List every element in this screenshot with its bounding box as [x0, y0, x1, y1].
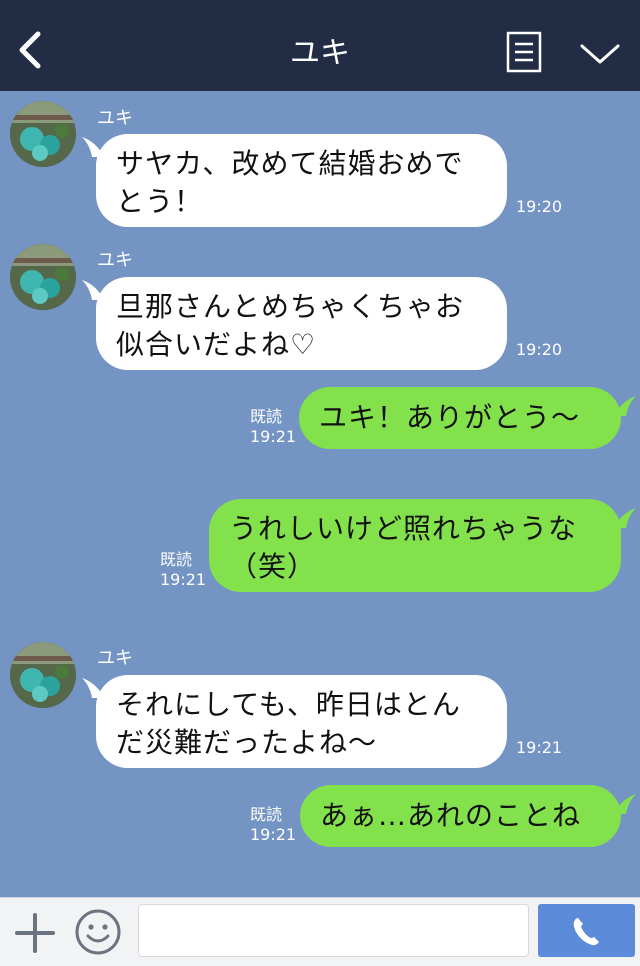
bubble-tail	[616, 508, 636, 528]
call-button[interactable]	[538, 904, 635, 957]
read-receipt: 既読 19:21	[250, 407, 296, 447]
message-input[interactable]	[138, 904, 529, 957]
message-line: 似合いだよね♡	[116, 328, 317, 361]
message-input-bar	[0, 897, 640, 966]
sender-name: ユキ	[97, 108, 133, 129]
bubble-tail	[616, 794, 636, 814]
message-bubble[interactable]: あぁ…あれのことね	[300, 785, 621, 847]
message-time: 19:21	[160, 570, 207, 589]
avatar-image	[10, 642, 76, 708]
menu-button[interactable]	[505, 30, 543, 74]
chat-area[interactable]: ユキ サヤカ、改めて結婚おめで とう！ 19:20 ユキ 旦那さんとめちゃくちゃ…	[0, 91, 640, 897]
message-text: ユキ！ありがとう〜	[319, 401, 581, 434]
message-time: 19:20	[516, 197, 563, 216]
read-label: 既読	[160, 550, 193, 569]
chat-header: ユキ	[0, 0, 640, 91]
message-line: 旦那さんとめちゃくちゃお	[116, 290, 465, 323]
avatar-image	[10, 101, 76, 167]
read-label: 既読	[250, 407, 283, 426]
message-line: （笑）	[229, 550, 317, 583]
message-time: 19:20	[516, 340, 563, 359]
emoji-button[interactable]	[74, 908, 122, 956]
list-icon	[506, 31, 542, 73]
avatar[interactable]	[10, 642, 76, 708]
message-line: サヤカ、改めて結婚おめで	[116, 147, 464, 180]
message-bubble[interactable]: 旦那さんとめちゃくちゃお 似合いだよね♡	[96, 277, 507, 370]
add-attachment-button[interactable]	[14, 912, 56, 954]
read-receipt: 既読 19:21	[250, 805, 296, 845]
phone-icon	[573, 918, 599, 946]
smiley-icon	[75, 909, 121, 955]
read-receipt: 既読 19:21	[160, 550, 206, 590]
message-line: うれしいけど照れちゃうな	[229, 512, 578, 545]
message-bubble[interactable]: ユキ！ありがとう〜	[299, 387, 621, 449]
message-time: 19:21	[250, 825, 297, 844]
message-time: 19:21	[516, 738, 563, 757]
sender-name: ユキ	[97, 648, 133, 669]
avatar[interactable]	[10, 244, 76, 310]
plus-icon	[15, 913, 55, 953]
message-line: だ災難だったよね〜	[116, 726, 378, 759]
message-bubble[interactable]: それにしても、昨日はとん だ災難だったよね〜	[96, 675, 507, 768]
chevron-down-icon	[580, 44, 620, 64]
message-text: あぁ…あれのことね	[320, 799, 582, 832]
read-label: 既読	[250, 805, 283, 824]
message-line: とう！	[116, 185, 204, 218]
bubble-tail	[616, 396, 636, 416]
sender-name: ユキ	[97, 250, 133, 271]
avatar-image	[10, 244, 76, 310]
expand-button[interactable]	[578, 38, 622, 68]
message-bubble[interactable]: サヤカ、改めて結婚おめで とう！	[96, 134, 507, 227]
message-bubble[interactable]: うれしいけど照れちゃうな （笑）	[209, 499, 621, 592]
avatar[interactable]	[10, 101, 76, 167]
message-line: それにしても、昨日はとん	[116, 688, 461, 721]
message-time: 19:21	[250, 427, 297, 446]
chat-title: ユキ	[290, 36, 350, 71]
